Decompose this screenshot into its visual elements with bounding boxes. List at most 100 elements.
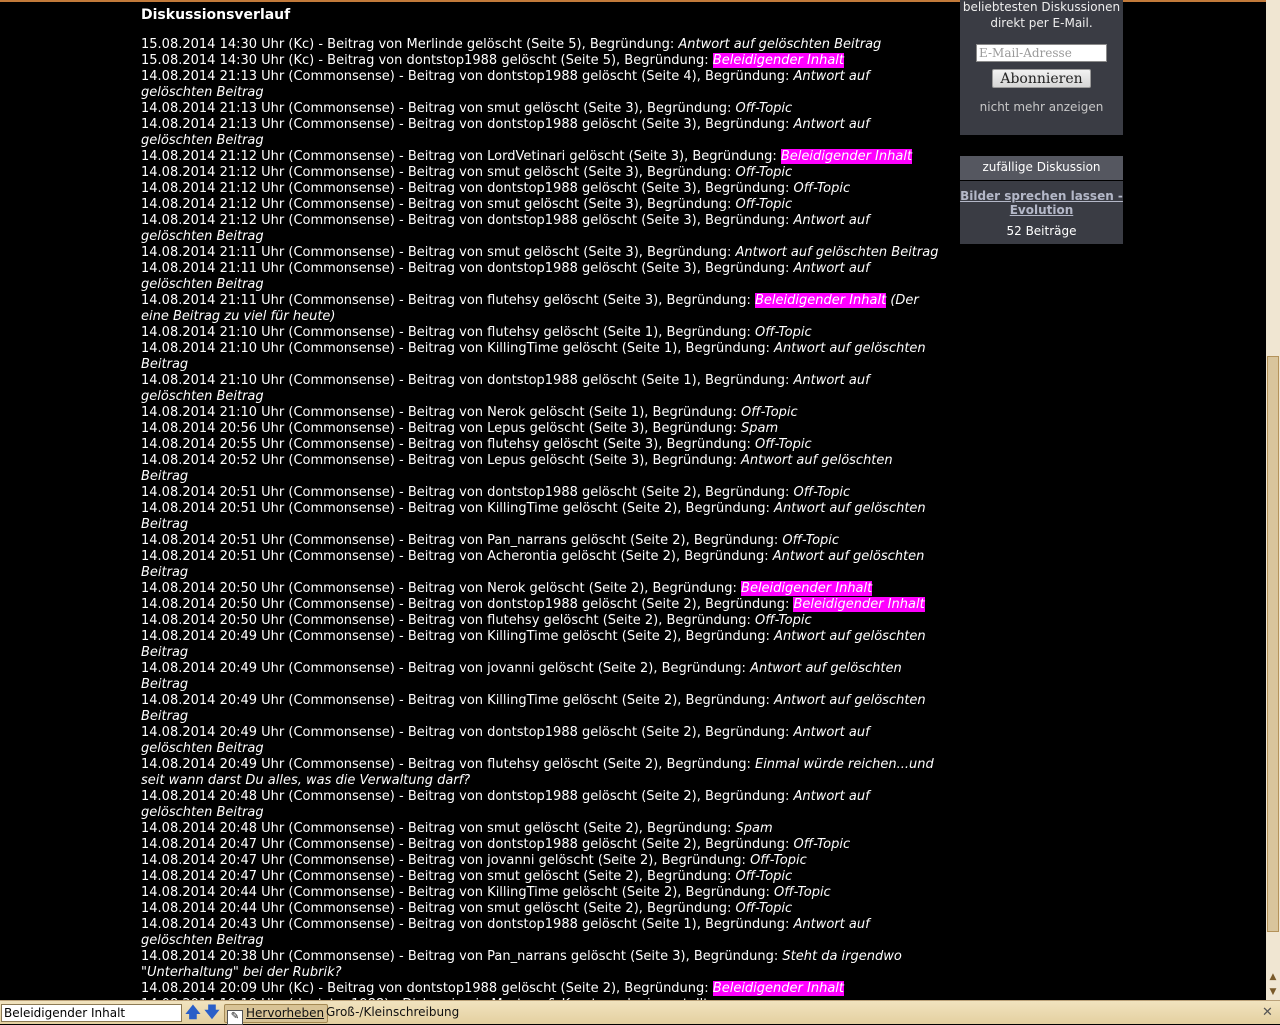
entry-text: 14.08.2014 20:47 Uhr (Commonsense) - Bei… xyxy=(141,853,751,868)
history-entry: 14.08.2014 20:51 Uhr (Commonsense) - Bei… xyxy=(141,501,941,533)
find-previous-icon[interactable]: 🡅 xyxy=(185,1004,201,1021)
entry-text: 14.08.2014 20:44 Uhr (Commonsense) - Bei… xyxy=(141,885,775,900)
entry-text: 14.08.2014 20:38 Uhr (Commonsense) - Bei… xyxy=(141,949,783,964)
subscribe-button[interactable]: Abonnieren xyxy=(992,69,1091,88)
entry-reason: Off-Topic xyxy=(735,901,793,916)
entry-text: 14.08.2014 20:44 Uhr (Commonsense) - Bei… xyxy=(141,901,736,916)
entry-text: 14.08.2014 21:12 Uhr (Commonsense) - Bei… xyxy=(141,149,781,164)
random-discussion-box: Bilder sprechen lassen - Evolution 52 Be… xyxy=(960,181,1123,244)
entry-text: 14.08.2014 20:49 Uhr (Commonsense) - Bei… xyxy=(141,661,751,676)
entry-reason: Spam xyxy=(741,421,779,436)
entry-text: 14.08.2014 20:43 Uhr (Commonsense) - Bei… xyxy=(141,917,794,932)
entry-reason: Off-Topic xyxy=(741,405,798,420)
history-entry: 14.08.2014 21:10 Uhr (Commonsense) - Bei… xyxy=(141,341,941,373)
history-entry: 14.08.2014 20:47 Uhr (Commonsense) - Bei… xyxy=(141,853,941,869)
pencil-icon: ✎ xyxy=(227,1010,243,1025)
scroll-up-icon[interactable]: ▲ xyxy=(1267,970,1279,984)
entry-text: 14.08.2014 21:12 Uhr (Commonsense) - Bei… xyxy=(141,165,736,180)
history-entry: 14.08.2014 21:11 Uhr (Commonsense) - Bei… xyxy=(141,293,941,325)
hide-link[interactable]: nicht mehr anzeigen xyxy=(960,100,1123,114)
find-bar: 🡅 🡇 ✎Hervorheben Groß-/Kleinschreibung ✕ xyxy=(0,1000,1280,1025)
entry-text: 14.08.2014 20:50 Uhr (Commonsense) - Bei… xyxy=(141,613,755,628)
close-icon[interactable]: ✕ xyxy=(1262,1004,1273,1021)
entry-text: 14.08.2014 21:12 Uhr (Commonsense) - Bei… xyxy=(141,213,794,228)
entry-text: 14.08.2014 21:10 Uhr (Commonsense) - Bei… xyxy=(141,325,755,340)
history-entry: 14.08.2014 21:12 Uhr (Commonsense) - Bei… xyxy=(141,149,941,165)
entry-text: 14.08.2014 21:10 Uhr (Commonsense) - Bei… xyxy=(141,405,742,420)
page-title: Diskussionsverlauf xyxy=(141,7,291,23)
entry-text: 14.08.2014 21:10 Uhr (Commonsense) - Bei… xyxy=(141,341,775,356)
history-entry: 14.08.2014 21:10 Uhr (Commonsense) - Bei… xyxy=(141,373,941,405)
random-discussion-header: zufällige Diskussion xyxy=(960,156,1123,180)
entry-reason: Off-Topic xyxy=(735,101,793,116)
entry-text: 14.08.2014 21:12 Uhr (Commonsense) - Bei… xyxy=(141,181,794,196)
email-field[interactable] xyxy=(976,44,1107,62)
history-entry: 14.08.2014 20:50 Uhr (Commonsense) - Bei… xyxy=(141,613,941,629)
entry-text: 14.08.2014 20:49 Uhr (Commonsense) - Bei… xyxy=(141,629,775,644)
history-entry: 14.08.2014 21:12 Uhr (Commonsense) - Bei… xyxy=(141,165,941,181)
history-entry: 14.08.2014 20:49 Uhr (Commonsense) - Bei… xyxy=(141,725,941,757)
history-entry: 14.08.2014 20:52 Uhr (Commonsense) - Bei… xyxy=(141,453,941,485)
history-entry: 15.08.2014 14:30 Uhr (Kc) - Beitrag von … xyxy=(141,37,941,53)
history-entry: 14.08.2014 20:48 Uhr (Commonsense) - Bei… xyxy=(141,789,941,821)
entry-text: 14.08.2014 21:10 Uhr (Commonsense) - Bei… xyxy=(141,373,794,388)
history-entry: 14.08.2014 21:10 Uhr (Commonsense) - Bei… xyxy=(141,405,941,421)
find-input[interactable] xyxy=(1,1004,182,1022)
history-list: 15.08.2014 14:30 Uhr (Kc) - Beitrag von … xyxy=(141,37,941,1013)
history-entry: 14.08.2014 20:50 Uhr (Commonsense) - Bei… xyxy=(141,581,941,597)
entry-text: 14.08.2014 20:50 Uhr (Commonsense) - Bei… xyxy=(141,581,742,596)
history-entry: 14.08.2014 21:10 Uhr (Commonsense) - Bei… xyxy=(141,325,941,341)
entry-text: 14.08.2014 21:11 Uhr (Commonsense) - Bei… xyxy=(141,245,736,260)
history-entry: 14.08.2014 20:09 Uhr (Kc) - Beitrag von … xyxy=(141,981,941,997)
history-entry: 14.08.2014 21:12 Uhr (Commonsense) - Bei… xyxy=(141,213,941,245)
entry-text: 14.08.2014 20:52 Uhr (Commonsense) - Bei… xyxy=(141,453,742,468)
history-entry: 14.08.2014 21:12 Uhr (Commonsense) - Bei… xyxy=(141,197,941,213)
entry-reason: Beleidigender Inhalt xyxy=(712,981,845,996)
entry-text: 14.08.2014 20:56 Uhr (Commonsense) - Bei… xyxy=(141,421,742,436)
discussion-history: Diskussionsverlauf 15.08.2014 14:30 Uhr … xyxy=(141,6,941,1013)
history-entry: 14.08.2014 20:43 Uhr (Commonsense) - Bei… xyxy=(141,917,941,949)
history-entry: 14.08.2014 20:55 Uhr (Commonsense) - Bei… xyxy=(141,437,941,453)
entry-reason: Beleidigender Inhalt xyxy=(780,149,913,164)
vertical-scrollbar[interactable]: ▲ ▼ xyxy=(1266,0,1280,1000)
history-entry: 14.08.2014 20:51 Uhr (Commonsense) - Bei… xyxy=(141,485,941,501)
entry-reason: Off-Topic xyxy=(735,197,793,212)
subscribe-box: beliebtesten Diskussionen direkt per E-M… xyxy=(960,0,1123,135)
entry-text: 14.08.2014 20:51 Uhr (Commonsense) - Bei… xyxy=(141,485,794,500)
scroll-down-icon[interactable]: ▼ xyxy=(1267,985,1279,999)
entry-text: 14.08.2014 20:51 Uhr (Commonsense) - Bei… xyxy=(141,501,775,516)
entry-reason: Beleidigender Inhalt xyxy=(741,581,873,596)
entry-text: 14.08.2014 20:49 Uhr (Commonsense) - Bei… xyxy=(141,725,794,740)
entry-reason: Off-Topic xyxy=(774,885,831,900)
entry-text: 14.08.2014 21:11 Uhr (Commonsense) - Bei… xyxy=(141,261,794,276)
history-entry: 14.08.2014 20:51 Uhr (Commonsense) - Bei… xyxy=(141,533,941,549)
history-entry: 14.08.2014 20:50 Uhr (Commonsense) - Bei… xyxy=(141,597,941,613)
entry-reason: Beleidigender Inhalt xyxy=(754,293,887,308)
entry-reason: Off-Topic xyxy=(793,837,851,852)
history-entry: 14.08.2014 20:47 Uhr (Commonsense) - Bei… xyxy=(141,837,941,853)
highlight-all-button[interactable]: ✎ Hervorheben xyxy=(224,1004,329,1025)
entry-text: 15.08.2014 14:30 Uhr (Kc) - Beitrag von … xyxy=(141,37,679,52)
entry-reason: Off-Topic xyxy=(793,485,851,500)
history-entry: 14.08.2014 20:48 Uhr (Commonsense) - Bei… xyxy=(141,821,941,837)
entry-text: 14.08.2014 20:48 Uhr (Commonsense) - Bei… xyxy=(141,789,794,804)
find-next-icon[interactable]: 🡇 xyxy=(204,1004,220,1021)
entry-text: 14.08.2014 20:47 Uhr (Commonsense) - Bei… xyxy=(141,869,736,884)
history-entry: 14.08.2014 20:49 Uhr (Commonsense) - Bei… xyxy=(141,757,941,789)
history-entry: 14.08.2014 20:44 Uhr (Commonsense) - Bei… xyxy=(141,885,941,901)
scrollbar-thumb[interactable] xyxy=(1267,356,1279,932)
entry-reason: Off-Topic xyxy=(754,325,812,340)
history-entry: 14.08.2014 20:38 Uhr (Commonsense) - Bei… xyxy=(141,949,941,981)
entry-text: 14.08.2014 20:47 Uhr (Commonsense) - Bei… xyxy=(141,837,794,852)
subscribe-text-line2: direkt per E-Mail. xyxy=(990,16,1093,30)
history-entry: 14.08.2014 20:49 Uhr (Commonsense) - Bei… xyxy=(141,661,941,693)
history-entry: 14.08.2014 21:11 Uhr (Commonsense) - Bei… xyxy=(141,261,941,293)
history-entry: 14.08.2014 20:44 Uhr (Commonsense) - Bei… xyxy=(141,901,941,917)
entry-text: 14.08.2014 20:49 Uhr (Commonsense) - Bei… xyxy=(141,757,755,772)
entry-reason: Beleidigender Inhalt xyxy=(793,597,925,612)
history-entry: 14.08.2014 20:47 Uhr (Commonsense) - Bei… xyxy=(141,869,941,885)
random-discussion-link[interactable]: Bilder sprechen lassen - Evolution xyxy=(960,189,1123,217)
entry-text: 14.08.2014 21:13 Uhr (Commonsense) - Bei… xyxy=(141,101,736,116)
match-case-option[interactable]: Groß-/Kleinschreibung xyxy=(326,1004,459,1021)
subscribe-text-line1: beliebtesten Diskussionen xyxy=(962,0,1121,14)
